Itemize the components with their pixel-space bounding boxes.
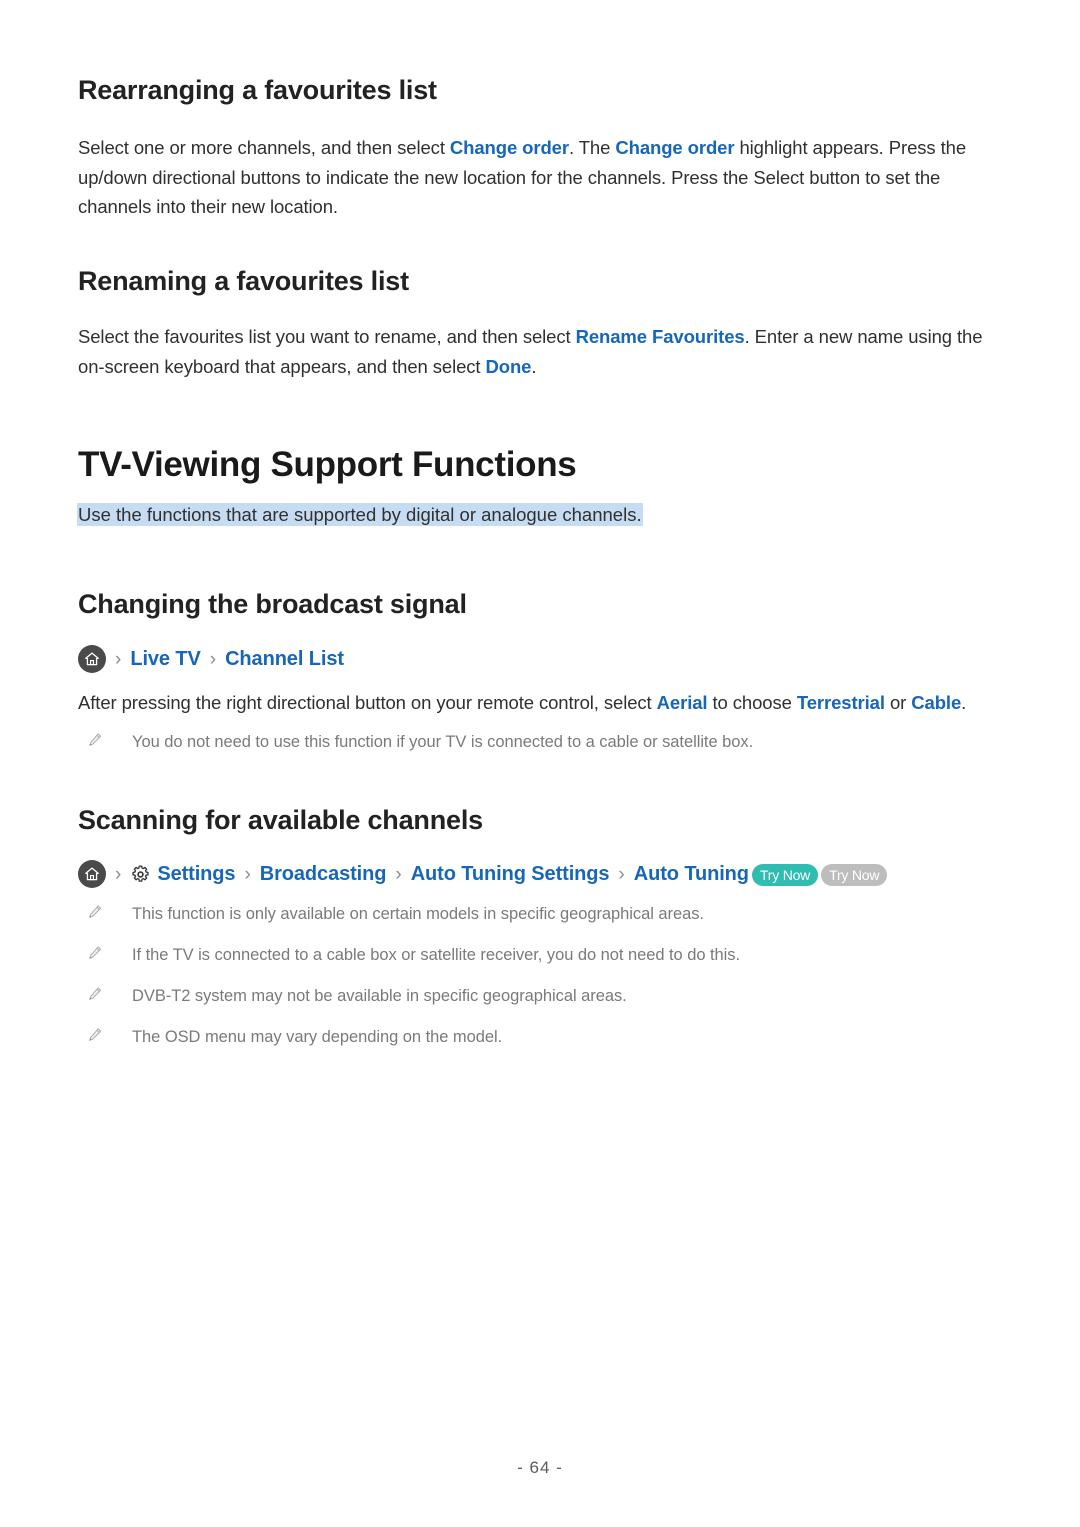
breadcrumb-item-settings[interactable]: Settings (157, 863, 235, 886)
link-done[interactable]: Done (486, 356, 532, 377)
note-item: The OSD menu may vary depending on the m… (78, 1025, 1003, 1049)
breadcrumb-separator: › (209, 648, 217, 670)
gear-icon (130, 864, 151, 885)
note-text: You do not need to use this function if … (132, 733, 754, 751)
link-change-order-1[interactable]: Change order (450, 137, 569, 158)
note-text: DVB-T2 system may not be available in sp… (132, 987, 627, 1005)
home-icon[interactable] (78, 645, 106, 673)
breadcrumb-item-broadcasting[interactable]: Broadcasting (260, 863, 387, 886)
breadcrumb-item-live-tv[interactable]: Live TV (130, 648, 201, 671)
breadcrumb-separator: › (115, 648, 122, 670)
home-icon[interactable] (78, 860, 106, 888)
link-aerial[interactable]: Aerial (657, 692, 708, 713)
breadcrumb-changing-signal: › Live TV › Channel List (78, 645, 344, 673)
text-fragment: . (531, 355, 537, 377)
breadcrumb-item-auto-tuning-settings[interactable]: Auto Tuning Settings (411, 863, 610, 886)
text-fragment: . The (568, 137, 616, 158)
text-fragment: . (961, 692, 967, 713)
highlighted-description-wrapper: Use the functions that are supported by … (78, 500, 1003, 529)
breadcrumb-item-channel-list[interactable]: Channel List (225, 648, 344, 671)
paragraph-renaming: Select the favourites list you want to r… (78, 322, 1003, 381)
text-fragment: Select the favourites list you want to r… (78, 326, 576, 347)
pencil-icon (78, 902, 132, 921)
section-heading-scanning: Scanning for available channels (78, 805, 483, 835)
section-heading-changing-signal: Changing the broadcast signal (78, 589, 467, 619)
text-fragment: to choose (707, 692, 797, 713)
note-text: If the TV is connected to a cable box or… (132, 946, 741, 964)
link-terrestrial[interactable]: Terrestrial (797, 692, 885, 713)
text-fragment: After pressing the right directional but… (78, 692, 657, 713)
breadcrumb-separator: › (244, 863, 251, 885)
page-number: - 64 - (517, 1458, 563, 1477)
pencil-icon (78, 1025, 132, 1044)
highlighted-description: Use the functions that are supported by … (78, 504, 642, 525)
try-now-badge-active[interactable]: Try Now (751, 864, 819, 886)
pencil-icon (78, 730, 132, 749)
page-title: TV-Viewing Support Functions (78, 445, 577, 484)
pencil-icon (78, 984, 132, 1003)
breadcrumb-separator: › (395, 863, 402, 885)
pencil-icon (78, 943, 132, 962)
breadcrumb-separator: › (115, 863, 122, 885)
note-text: This function is only available on certa… (132, 905, 704, 923)
link-rename-favourites[interactable]: Rename Favourites (576, 326, 745, 347)
note-text: The OSD menu may vary depending on the m… (132, 1028, 503, 1046)
note-item: This function is only available on certa… (78, 902, 1003, 926)
text-fragment: or (884, 692, 912, 713)
paragraph-rearranging: Select one or more channels, and then se… (78, 133, 1003, 222)
note-item: DVB-T2 system may not be available in sp… (78, 984, 1003, 1008)
paragraph-changing-signal: After pressing the right directional but… (78, 688, 1003, 718)
document-page: Rearranging a favourites list Select one… (0, 0, 1080, 1527)
link-cable[interactable]: Cable (911, 692, 961, 713)
try-now-badge-disabled[interactable]: Try Now (821, 864, 888, 886)
note-item: If the TV is connected to a cable box or… (78, 943, 1003, 967)
breadcrumb-scanning: › Settings › Broadcasting › Auto Tuning … (78, 860, 888, 888)
section-heading-renaming: Renaming a favourites list (78, 266, 409, 296)
link-change-order-2[interactable]: Change order (615, 137, 734, 158)
note-item: You do not need to use this function if … (78, 730, 1003, 754)
breadcrumb-separator: › (618, 863, 625, 885)
section-heading-rearranging: Rearranging a favourites list (78, 75, 437, 105)
breadcrumb-item-auto-tuning[interactable]: Auto Tuning (634, 863, 749, 886)
text-fragment: Select one or more channels, and then se… (78, 137, 450, 158)
